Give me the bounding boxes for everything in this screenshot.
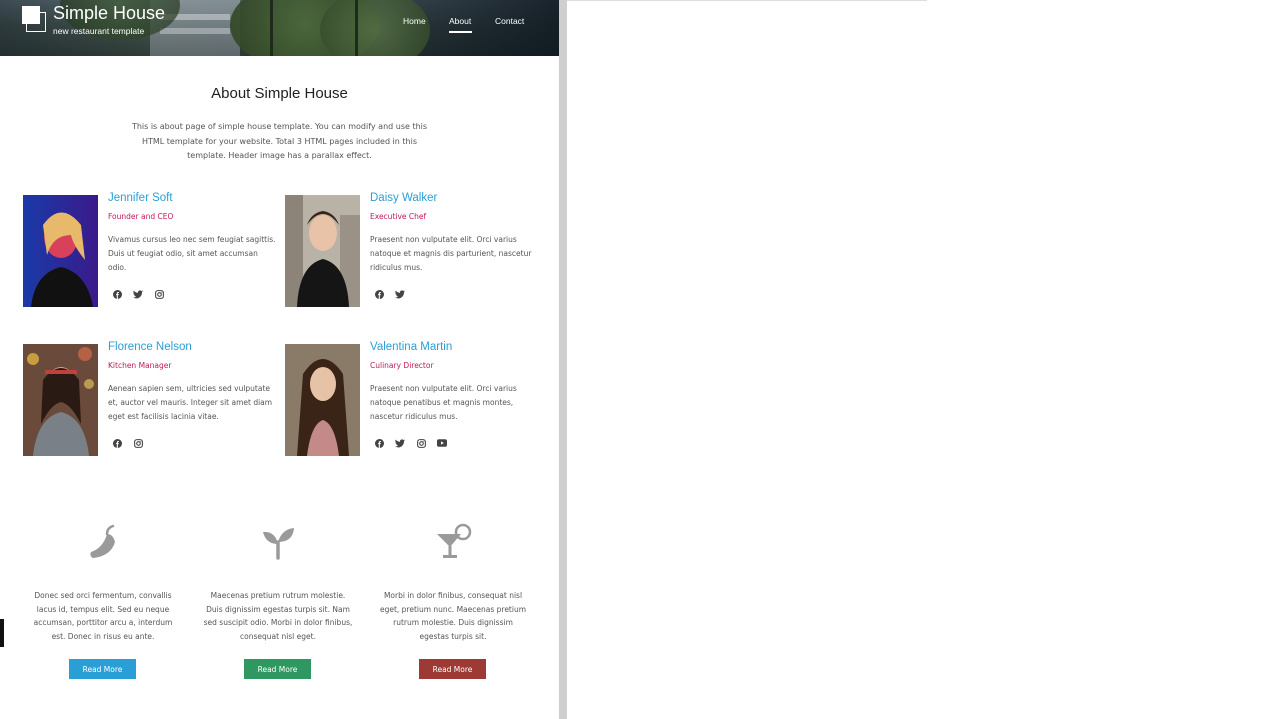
- member-name: Valentina Martin: [370, 341, 453, 353]
- site-tagline: new restaurant template: [53, 26, 145, 36]
- nav-contact[interactable]: Contact: [495, 16, 524, 26]
- member-name: Jennifer Soft: [108, 192, 173, 204]
- youtube-icon[interactable]: [437, 438, 447, 448]
- feature-text: Donec sed orci fermentum, convallis lacu…: [33, 591, 173, 641]
- page: Simple House new restaurant template Hom…: [0, 0, 559, 719]
- read-more-button[interactable]: Read More: [244, 659, 311, 679]
- nav-home[interactable]: Home: [403, 16, 426, 26]
- team-member: Valentina Martin Culinary Director Praes…: [285, 341, 547, 456]
- team-member: Jennifer Soft Founder and CEO Vivamus cu…: [23, 192, 285, 307]
- member-photo: [23, 195, 98, 307]
- twitter-icon[interactable]: [133, 289, 143, 299]
- facebook-icon[interactable]: [374, 438, 384, 448]
- instagram-icon[interactable]: [133, 438, 143, 448]
- seedling-icon: [203, 522, 353, 562]
- read-more-button[interactable]: Read More: [419, 659, 486, 679]
- feature-text: Maecenas pretium rutrum molestie. Duis d…: [203, 591, 353, 641]
- member-photo: [285, 344, 360, 456]
- twitter-icon[interactable]: [395, 438, 405, 448]
- cocktail-icon: [378, 522, 528, 562]
- twitter-icon[interactable]: [395, 289, 405, 299]
- member-photo: [285, 195, 360, 307]
- instagram-icon[interactable]: [154, 289, 164, 299]
- about-description: This is about page of simple house templ…: [131, 122, 428, 160]
- member-name: Daisy Walker: [370, 192, 438, 204]
- member-bio: Aenean sapien sem, ultricies sed vulputa…: [108, 384, 273, 421]
- divider: [567, 0, 927, 1]
- instagram-icon[interactable]: [416, 438, 426, 448]
- feature-text: Morbi in dolor finibus, consequat nisl e…: [379, 591, 527, 641]
- site-title[interactable]: Simple House: [53, 3, 165, 23]
- member-role: Culinary Director: [370, 361, 434, 370]
- facebook-icon[interactable]: [112, 438, 122, 448]
- nav-active-indicator: [449, 31, 472, 33]
- facebook-icon[interactable]: [374, 289, 384, 299]
- member-bio: Vivamus cursus leo nec sem feugiat sagit…: [108, 235, 276, 272]
- member-photo: [23, 344, 98, 456]
- member-role: Executive Chef: [370, 212, 427, 221]
- member-role: Kitchen Manager: [108, 361, 172, 370]
- read-more-button[interactable]: Read More: [69, 659, 136, 679]
- team-member: Daisy Walker Executive Chef Praesent non…: [285, 192, 547, 307]
- team-member: Florence Nelson Kitchen Manager Aenean s…: [23, 341, 285, 456]
- header: Simple House new restaurant template Hom…: [0, 0, 559, 56]
- member-role: Founder and CEO: [108, 212, 174, 221]
- member-bio: Praesent non vulputate elit. Orci varius…: [370, 384, 517, 421]
- logo-icon[interactable]: [22, 6, 46, 34]
- side-marker: [0, 619, 4, 647]
- pepper-icon: [28, 522, 178, 562]
- about-title: About Simple House: [211, 85, 348, 102]
- page-scrollbar[interactable]: [559, 0, 567, 719]
- nav-about[interactable]: About: [449, 16, 471, 26]
- member-bio: Praesent non vulputate elit. Orci varius…: [370, 235, 532, 272]
- facebook-icon[interactable]: [112, 289, 122, 299]
- member-name: Florence Nelson: [108, 341, 192, 353]
